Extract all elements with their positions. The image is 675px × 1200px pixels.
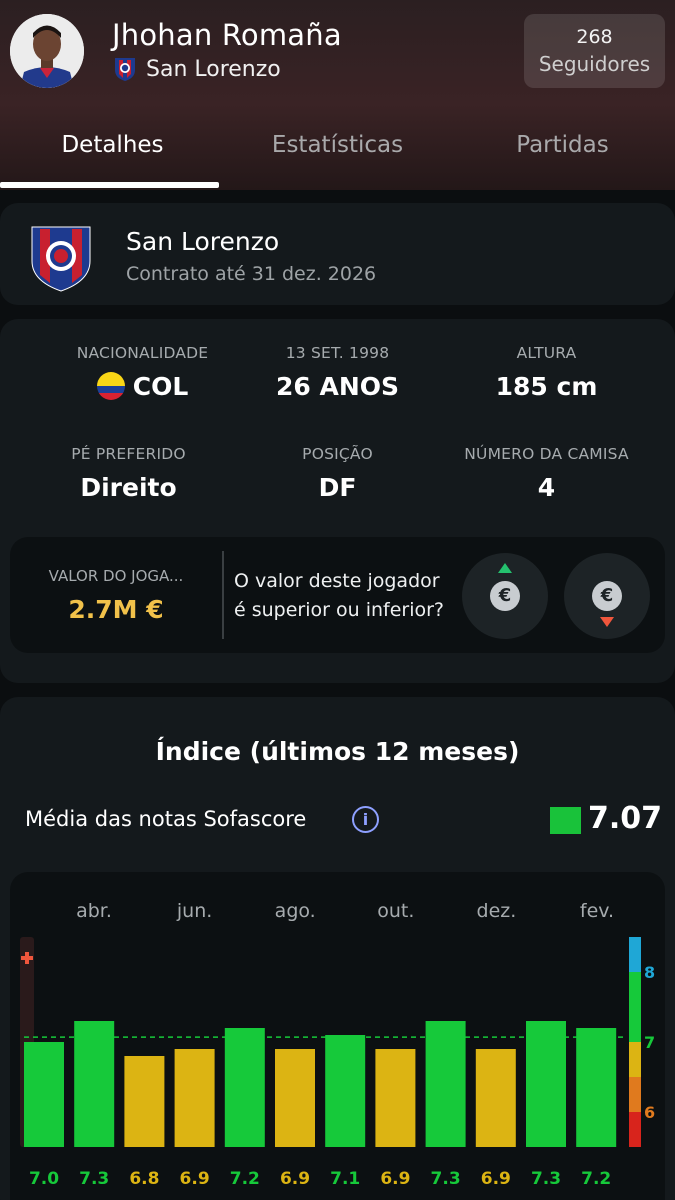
player-info-card: NACIONALIDADE COL 13 SET. 1998 26 ANOS A…	[0, 319, 675, 683]
market-value-label: VALOR DO JOGA...	[48, 567, 184, 585]
vote-lower-button[interactable]: €	[564, 553, 650, 639]
bar-value-label: 7.3	[531, 1169, 561, 1189]
rating-bar	[174, 1049, 215, 1147]
player-avatar[interactable]	[10, 14, 84, 88]
euro-coin-icon: €	[490, 581, 520, 611]
club-crest-icon	[31, 226, 91, 292]
followers-button[interactable]: 268 Seguidores	[524, 14, 665, 88]
rating-scale-label: 7	[644, 1033, 655, 1052]
rating-scale-label: 6	[644, 1103, 655, 1122]
club-crest-icon	[115, 58, 135, 81]
nationality-label: NACIONALIDADE	[76, 344, 209, 362]
tab-partidas[interactable]: Partidas	[450, 128, 675, 188]
rating-scale-segment	[629, 1042, 641, 1077]
age-value: 26 ANOS	[275, 372, 400, 401]
rating-card: Índice (últimos 12 meses) Média das nota…	[0, 697, 675, 1200]
info-icon[interactable]: i	[352, 806, 379, 833]
bar-value-label: 7.0	[29, 1169, 59, 1189]
rating-scale-segment	[629, 1112, 641, 1147]
height-value: 185 cm	[495, 372, 598, 401]
player-club-link[interactable]: San Lorenzo	[114, 56, 281, 82]
position-value: DF	[318, 473, 357, 502]
player-name: Jhohan Romaña	[112, 18, 342, 52]
rating-bar	[275, 1049, 315, 1147]
bar-value-label: 6.9	[380, 1169, 410, 1189]
shirt-cell: NÚMERO DA CAMISA 4	[434, 445, 659, 502]
rating-bar	[224, 1028, 265, 1147]
height-label: ALTURA	[516, 344, 577, 362]
arrow-down-icon	[600, 617, 614, 627]
bar-value-label: 6.9	[180, 1169, 210, 1189]
month-tick-label: ago.	[275, 900, 316, 922]
euro-coin-icon: €	[592, 581, 622, 611]
rating-bar	[74, 1021, 115, 1147]
rating-scale-segment	[629, 972, 641, 1042]
rating-scale-segment	[629, 937, 641, 972]
rating-bar	[24, 1042, 64, 1147]
rating-scale-label: 8	[644, 963, 655, 982]
arrow-up-icon	[498, 563, 512, 573]
market-value-box: VALOR DO JOGA... 2.7M € O valor deste jo…	[10, 537, 665, 653]
rating-bar	[325, 1035, 366, 1147]
nationality-value-row: COL	[30, 372, 255, 401]
bar-value-label: 7.1	[330, 1169, 360, 1189]
club-name: San Lorenzo	[126, 227, 280, 256]
market-value: 2.7M €	[68, 595, 164, 624]
month-tick-label: jun.	[176, 900, 212, 922]
month-tick-label: dez.	[477, 900, 517, 922]
value-question-line-1: O valor deste jogador	[234, 570, 440, 592]
foot-value: Direito	[80, 473, 177, 502]
divider	[222, 551, 224, 639]
foot-label: PÉ PREFERIDO	[71, 445, 186, 463]
active-tab-indicator	[0, 182, 219, 188]
tab-bar: Detalhes Estatísticas Partidas	[0, 128, 675, 188]
injury-cross-v	[25, 952, 29, 964]
rating-bar	[576, 1028, 617, 1147]
rating-bar	[526, 1021, 566, 1147]
player-club-name: San Lorenzo	[146, 56, 281, 82]
bar-value-label: 6.8	[129, 1169, 159, 1189]
rating-scale-segment	[629, 1077, 641, 1112]
followers-count: 268	[576, 26, 613, 48]
bar-value-label: 7.3	[431, 1169, 461, 1189]
height-cell: ALTURA 185 cm	[434, 344, 659, 401]
month-tick-label: out.	[377, 900, 414, 922]
rating-bar	[475, 1049, 516, 1147]
age-cell: 13 SET. 1998 26 ANOS	[225, 344, 450, 401]
rating-bar	[124, 1056, 165, 1147]
shirt-value: 4	[537, 473, 556, 502]
colombia-flag-icon	[96, 372, 125, 400]
rating-title: Índice (últimos 12 meses)	[155, 737, 520, 766]
rating-bar	[375, 1049, 416, 1147]
contract-text: Contrato até 31 dez. 2026	[126, 263, 377, 285]
value-question: O valor deste jogador é superior ou infe…	[234, 567, 464, 625]
bar-value-label: 7.2	[230, 1169, 260, 1189]
rating-bar	[425, 1021, 466, 1147]
position-cell: POSIÇÃO DF	[225, 445, 450, 502]
month-tick-label: fev.	[580, 900, 614, 922]
followers-label: Seguidores	[538, 52, 651, 76]
tab-detalhes[interactable]: Detalhes	[0, 128, 225, 188]
shirt-label: NÚMERO DA CAMISA	[464, 445, 629, 463]
bar-value-label: 7.3	[79, 1169, 109, 1189]
average-rating-color-badge	[550, 807, 581, 834]
rating-chart: abr. jun. ago. out. dez. fev. 7.0 7.3 6.8 6.9 7.2 6…	[10, 872, 665, 1200]
nationality-cell: NACIONALIDADE COL	[30, 344, 255, 401]
foot-cell: PÉ PREFERIDO Direito	[16, 445, 241, 502]
bar-value-label: 6.9	[481, 1169, 511, 1189]
birth-date-label: 13 SET. 1998	[285, 344, 390, 362]
club-card[interactable]: San Lorenzo Contrato até 31 dez. 2026	[0, 203, 675, 305]
vote-higher-button[interactable]: €	[462, 553, 548, 639]
average-rating-label: Média das notas Sofascore	[25, 807, 307, 831]
rating-chart-svg: abr. jun. ago. out. dez. fev. 7.0 7.3 6.8 6.9 7.2 6…	[20, 900, 655, 1189]
tab-estatisticas[interactable]: Estatísticas	[225, 128, 450, 188]
average-rating-value: 7.07	[588, 801, 663, 836]
month-tick-label: abr.	[76, 900, 112, 922]
bar-value-label: 6.9	[280, 1169, 310, 1189]
value-question-line-2: é superior ou inferior?	[234, 599, 445, 621]
bar-value-label: 7.2	[581, 1169, 611, 1189]
position-label: POSIÇÃO	[302, 445, 373, 463]
nationality-value: COL	[132, 372, 189, 401]
